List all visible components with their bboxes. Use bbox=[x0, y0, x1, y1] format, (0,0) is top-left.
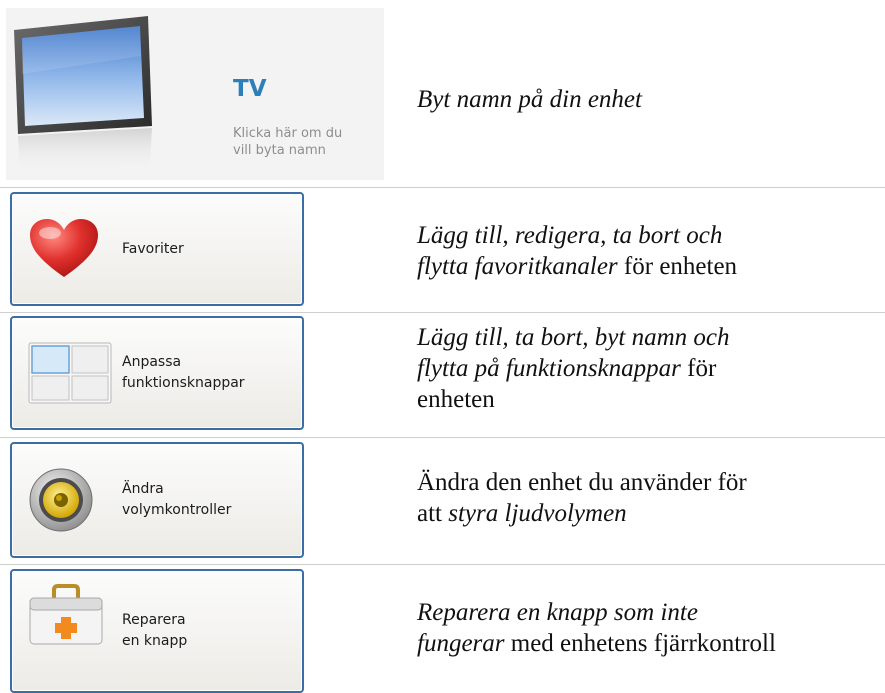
repair-button-label: Reparera en knapp bbox=[122, 612, 188, 649]
divider bbox=[0, 564, 885, 565]
customize-buttons-description: Lägg till, ta bort, byt namn och flytta … bbox=[417, 324, 730, 413]
repair-button-description: Reparera en knapp som inte fungerar med … bbox=[417, 599, 776, 657]
volume-control-label: Ändra volymkontroller bbox=[122, 481, 232, 518]
device-name: TV bbox=[233, 76, 267, 102]
favorites-button-label: Favoriter bbox=[122, 240, 184, 257]
favorites-description: Lägg till, redigera, ta bort och flytta … bbox=[417, 222, 738, 280]
customize-buttons-label: Anpassa funktionsknappar bbox=[122, 354, 245, 391]
divider bbox=[0, 187, 885, 188]
speaker-icon bbox=[29, 468, 93, 532]
repair-button-button[interactable]: Reparera en knapp bbox=[10, 569, 304, 693]
first-aid-kit-icon bbox=[29, 584, 103, 645]
device-tile[interactable]: TV Klicka här om du vill byta namn bbox=[6, 8, 384, 180]
rename-hint: Klicka här om du vill byta namn bbox=[233, 126, 343, 158]
tv-icon bbox=[14, 16, 152, 174]
volume-control-description: Ändra den enhet du använder för att styr… bbox=[417, 469, 747, 527]
customize-buttons-button[interactable]: Anpassa funktionsknappar bbox=[10, 316, 304, 430]
divider bbox=[0, 312, 885, 313]
button-grid-icon bbox=[28, 342, 112, 404]
device-description: Byt namn på din enhet bbox=[417, 86, 642, 113]
divider bbox=[0, 437, 885, 438]
heart-icon bbox=[30, 219, 98, 277]
volume-control-button[interactable]: Ändra volymkontroller bbox=[10, 442, 304, 558]
favorites-button[interactable]: Favoriter bbox=[10, 192, 304, 306]
